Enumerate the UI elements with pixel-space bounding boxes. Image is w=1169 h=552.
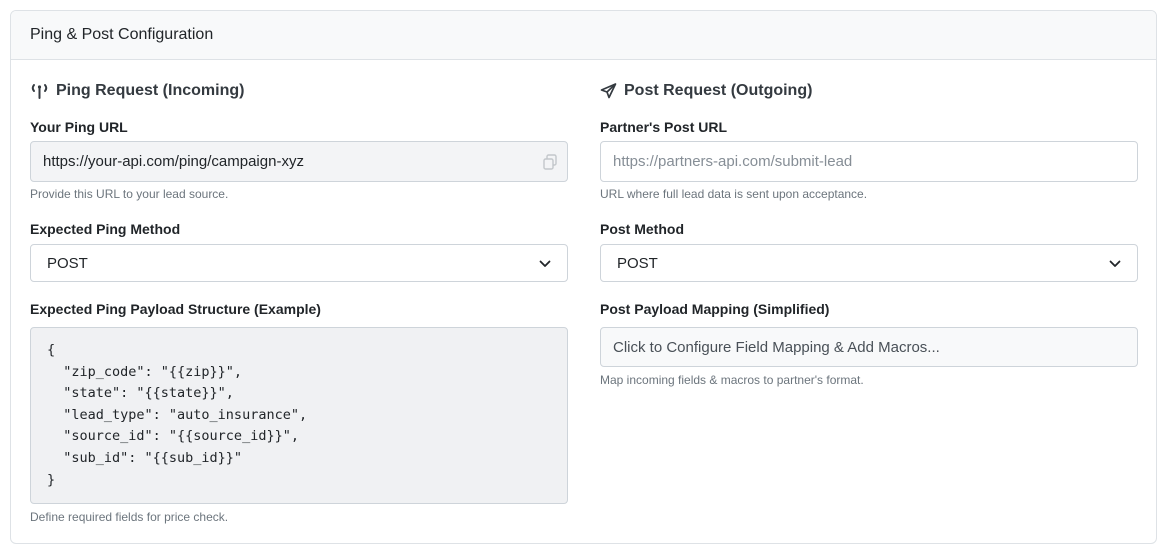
configure-mapping-button[interactable]: Click to Configure Field Mapping & Add M… [600,327,1138,367]
card-header: Ping & Post Configuration [11,11,1156,60]
post-section-title: Post Request (Outgoing) [600,82,812,100]
post-url-help: URL where full lead data is sent upon ac… [600,187,868,201]
paper-plane-icon [600,83,617,99]
post-mapping-help: Map incoming fields & macros to partner'… [600,373,864,387]
ping-payload-help: Define required fields for price check. [30,510,229,524]
ping-method-select[interactable]: POST [30,244,568,282]
broadcast-tower-icon [30,83,49,99]
post-section-title-text: Post Request (Outgoing) [624,82,813,99]
post-method-value: POST [617,254,658,272]
ping-payload-code[interactable]: { "zip_code": "{{zip}}", "state": "{{sta… [30,327,568,504]
post-method-label: Post Method [600,221,684,237]
card-title: Ping & Post Configuration [30,26,214,43]
code-line: "sub_id": "{{sub_id}}" [47,449,243,466]
code-line: } [47,471,56,488]
post-url-input[interactable]: https://partners-api.com/submit-lead [600,141,1138,182]
chevron-down-icon [1109,255,1121,272]
code-line: "zip_code": "{{zip}}", [47,363,243,380]
post-mapping-label: Post Payload Mapping (Simplified) [600,301,830,317]
code-line: "source_id": "{{source_id}}", [47,428,299,445]
ping-section-title: Ping Request (Incoming) [30,82,244,100]
code-line: { [47,342,56,358]
chevron-down-icon [539,255,551,272]
ping-url-label: Your Ping URL [30,119,128,135]
post-url-label: Partner's Post URL [600,119,728,135]
ping-url-field[interactable]: https://your-api.com/ping/campaign-xyz [30,141,568,182]
ping-post-config-card: Ping & Post Configuration Ping Request (… [10,10,1157,544]
ping-payload-label: Expected Ping Payload Structure (Example… [30,301,321,317]
post-method-select[interactable]: POST [600,244,1138,282]
ping-url-value: https://your-api.com/ping/campaign-xyz [43,153,304,170]
copy-icon[interactable] [543,154,557,174]
ping-section-title-text: Ping Request (Incoming) [56,82,245,99]
ping-url-help: Provide this URL to your lead source. [30,187,229,201]
ping-method-label: Expected Ping Method [30,221,181,237]
post-url-placeholder: https://partners-api.com/submit-lead [613,153,853,170]
code-line: "lead_type": "auto_insurance", [47,406,308,423]
ping-method-value: POST [47,254,88,272]
code-line: "state": "{{state}}", [47,385,234,402]
configure-mapping-button-label: Click to Configure Field Mapping & Add M… [613,338,940,356]
